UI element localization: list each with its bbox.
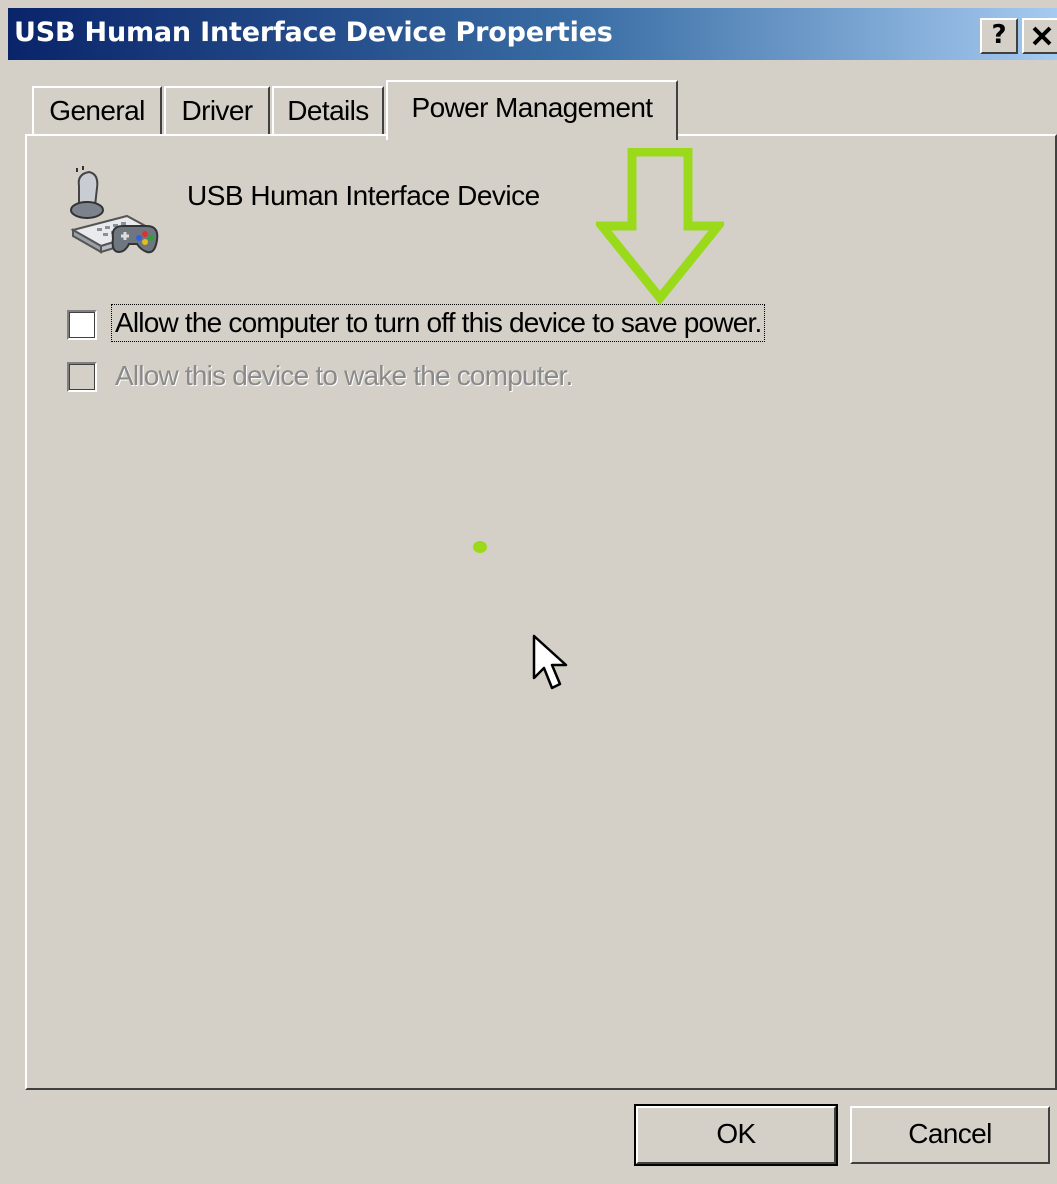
allow-wake-label: Allow this device to wake the computer.	[115, 360, 573, 391]
properties-dialog: USB Human Interface Device Properties ? …	[0, 0, 1057, 1184]
window-title: USB Human Interface Device Properties	[14, 17, 613, 48]
close-icon	[1032, 26, 1052, 46]
title-bar[interactable]: USB Human Interface Device Properties ?	[8, 8, 1057, 60]
ok-button[interactable]: OK	[634, 1104, 838, 1166]
device-name: USB Human Interface Device	[187, 180, 540, 211]
tab-general[interactable]: General	[32, 86, 162, 136]
cancel-button[interactable]: Cancel	[850, 1106, 1050, 1164]
close-button[interactable]	[1022, 18, 1057, 54]
tab-power-management[interactable]: Power Management	[386, 80, 678, 140]
hid-device-icon	[70, 166, 159, 254]
allow-wake-checkbox	[67, 362, 97, 392]
mouse-cursor-icon	[532, 634, 568, 690]
down-arrow-annotation-icon	[596, 148, 724, 306]
allow-turn-off-label[interactable]: Allow the computer to turn off this devi…	[111, 304, 766, 342]
tab-details[interactable]: Details	[272, 86, 384, 136]
help-button[interactable]: ?	[980, 18, 1018, 54]
tab-driver[interactable]: Driver	[164, 86, 270, 136]
green-dot-annotation	[473, 541, 487, 553]
allow-turn-off-checkbox[interactable]	[67, 310, 97, 340]
tab-panel-power-management: USB Human Interface Device Allow the com…	[25, 134, 1057, 1090]
